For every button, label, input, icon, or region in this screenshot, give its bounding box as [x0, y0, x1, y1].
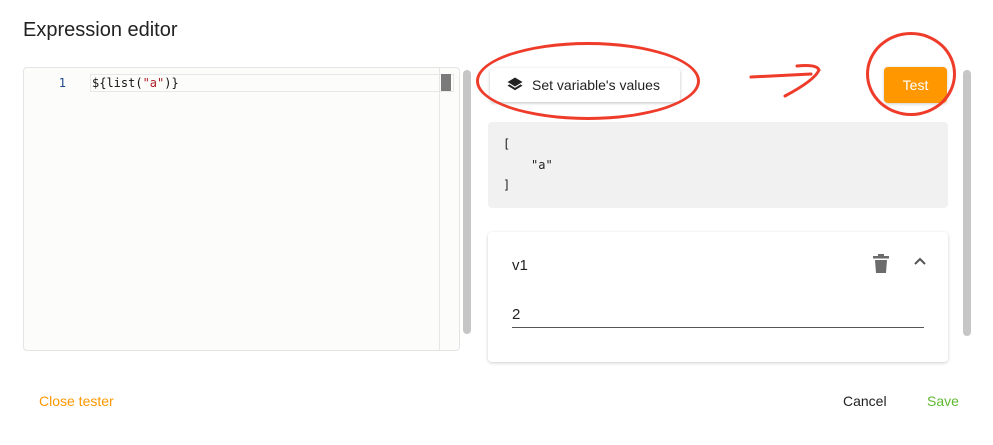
trash-icon[interactable]	[872, 254, 890, 274]
test-button[interactable]: Test	[884, 67, 947, 103]
cancel-button[interactable]: Cancel	[843, 393, 887, 409]
result-line: [	[503, 137, 511, 151]
right-scrollbar[interactable]	[963, 70, 971, 336]
result-line: ]	[503, 178, 511, 192]
variable-name: v1	[512, 257, 528, 274]
dialog-title: Expression editor	[23, 19, 178, 41]
layers-icon	[507, 77, 523, 91]
code-string: "a"	[142, 76, 165, 90]
set-variable-values-label: Set variable's values	[532, 77, 660, 93]
code-editor[interactable]: 1 ${list("a")}	[23, 67, 460, 351]
save-button[interactable]: Save	[927, 393, 959, 409]
result-line: "a"	[531, 158, 553, 172]
close-tester-button[interactable]: Close tester	[39, 393, 114, 409]
set-variable-values-button[interactable]: Set variable's values	[490, 68, 680, 102]
variable-card: v1	[488, 232, 948, 362]
editor-ruler	[439, 68, 440, 350]
code-line[interactable]: ${list("a")}	[92, 76, 179, 90]
editor-scroll-thumb[interactable]	[441, 74, 451, 91]
left-scrollbar[interactable]	[463, 70, 471, 334]
variable-value-input[interactable]	[512, 302, 924, 328]
code-suffix: )}	[164, 76, 179, 90]
line-number: 1	[58, 76, 66, 90]
chevron-up-icon[interactable]	[913, 256, 927, 266]
result-output: [ "a" ]	[488, 122, 948, 208]
annotation-arrow	[749, 64, 821, 98]
code-prefix: ${list(	[92, 76, 143, 90]
